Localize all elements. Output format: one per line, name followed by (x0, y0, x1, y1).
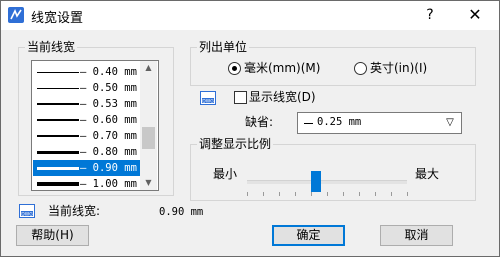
slider-tick (343, 192, 344, 196)
lineweight-item-label: — 0.60 mm (80, 114, 137, 126)
list-scrollbar[interactable]: ▲ ▼ (140, 61, 157, 190)
slider-tick (407, 192, 408, 196)
slider-tick (391, 192, 392, 196)
lineweight-list-item[interactable]: — 0.40 mm (33, 64, 140, 80)
help-button[interactable]: 帮助(H) (16, 225, 89, 246)
slider-tick (375, 192, 376, 196)
lineweight-list-item[interactable]: — 0.53 mm (33, 96, 140, 112)
slider-tick (327, 192, 328, 196)
show-lineweight-label[interactable]: 显示线宽(D) (249, 90, 316, 104)
radio-inch-label[interactable]: 英寸(in)(I) (370, 61, 427, 75)
radio-mm-dot (232, 66, 237, 71)
current-lineweight-value: 0.90 mm (159, 206, 204, 218)
radio-inch[interactable] (354, 62, 367, 75)
dwg-icon: DWG (19, 204, 35, 218)
lineweight-item-label: — 1.00 mm (80, 178, 137, 190)
radio-mm[interactable] (228, 62, 241, 75)
scale-slider-thumb[interactable] (311, 171, 321, 192)
lineweight-item-label: — 0.53 mm (80, 98, 137, 110)
close-icon[interactable]: ✕ (463, 4, 487, 26)
lineweight-list-item[interactable]: — 0.90 mm (33, 160, 140, 176)
lineweight-list[interactable]: — 0.40 mm — 0.50 mm — 0.53 mm — 0.60 mm — 0.… (31, 60, 159, 191)
dialog-title: 线宽设置 (31, 11, 84, 26)
slider-tick (263, 192, 264, 196)
slider-tick (311, 192, 312, 196)
slider-tick (359, 192, 360, 196)
scale-max-label: 最大 (415, 167, 440, 181)
current-lineweight-label: 当前线宽: (48, 204, 101, 218)
scale-slider-track[interactable] (247, 180, 407, 184)
default-lineweight-value: 0.25 mm (317, 116, 362, 128)
svg-text:DWG: DWG (21, 211, 33, 217)
lineweight-item-label: — 0.50 mm (80, 82, 137, 94)
radio-mm-label[interactable]: 毫米(mm)(M) (244, 61, 320, 75)
slider-tick (279, 192, 280, 196)
chevron-down-icon[interactable]: ▽ (441, 115, 459, 131)
slider-tick (295, 192, 296, 196)
app-icon (8, 7, 24, 23)
ok-button[interactable]: 确定 (272, 225, 345, 246)
help-icon[interactable]: ? (419, 4, 441, 26)
display-scale-group-title: 调整显示比例 (197, 137, 274, 151)
lineweight-sample-line (37, 135, 79, 137)
lineweight-sample-line (37, 182, 79, 186)
scroll-thumb[interactable] (142, 127, 155, 149)
lineweight-sample-line (37, 88, 79, 89)
svg-text:DWG: DWG (202, 98, 214, 104)
scroll-down-icon[interactable]: ▼ (140, 176, 157, 190)
lineweight-item-label: — 0.90 mm (80, 162, 137, 174)
lineweight-sample-line (37, 72, 79, 73)
lineweight-list-item[interactable]: — 0.80 mm (33, 144, 140, 160)
default-lineweight-select[interactable]: 0.25 mm ▽ (297, 112, 462, 134)
show-lineweight-checkbox[interactable] (234, 91, 247, 104)
lineweight-item-label: — 0.80 mm (80, 146, 137, 158)
cancel-button[interactable]: 取消 (380, 225, 453, 246)
lineweight-settings-dialog: 线宽设置 ? ✕ 当前线宽 — 0.40 mm — 0.50 mm — 0.53 m… (0, 0, 500, 257)
lineweight-sample-line (37, 119, 79, 121)
lineweight-list-item[interactable]: — 0.50 mm (33, 80, 140, 96)
scroll-up-icon[interactable]: ▲ (140, 61, 157, 75)
slider-tick (247, 192, 248, 196)
title-bar[interactable]: 线宽设置 ? ✕ (1, 1, 499, 30)
lineweight-sample-line (37, 167, 79, 170)
lineweight-list-items: — 0.40 mm — 0.50 mm — 0.53 mm — 0.60 mm — 0.… (32, 61, 140, 190)
lineweight-sample-line (37, 151, 79, 154)
lineweight-list-item[interactable]: — 1.00 mm (33, 176, 140, 190)
default-line-sample (304, 123, 313, 124)
default-label: 缺省: (245, 115, 274, 129)
lineweight-item-label: — 0.70 mm (80, 130, 137, 142)
lineweight-list-item[interactable]: — 0.60 mm (33, 112, 140, 128)
units-group-title: 列出单位 (197, 40, 250, 54)
lineweight-item-label: — 0.40 mm (80, 66, 137, 78)
dwg-icon: DWG (200, 91, 216, 105)
scale-min-label: 最小 (213, 167, 238, 181)
lineweight-sample-line (37, 103, 79, 105)
lineweight-list-item[interactable]: — 0.70 mm (33, 128, 140, 144)
current-lineweight-group-title: 当前线宽 (25, 40, 78, 54)
